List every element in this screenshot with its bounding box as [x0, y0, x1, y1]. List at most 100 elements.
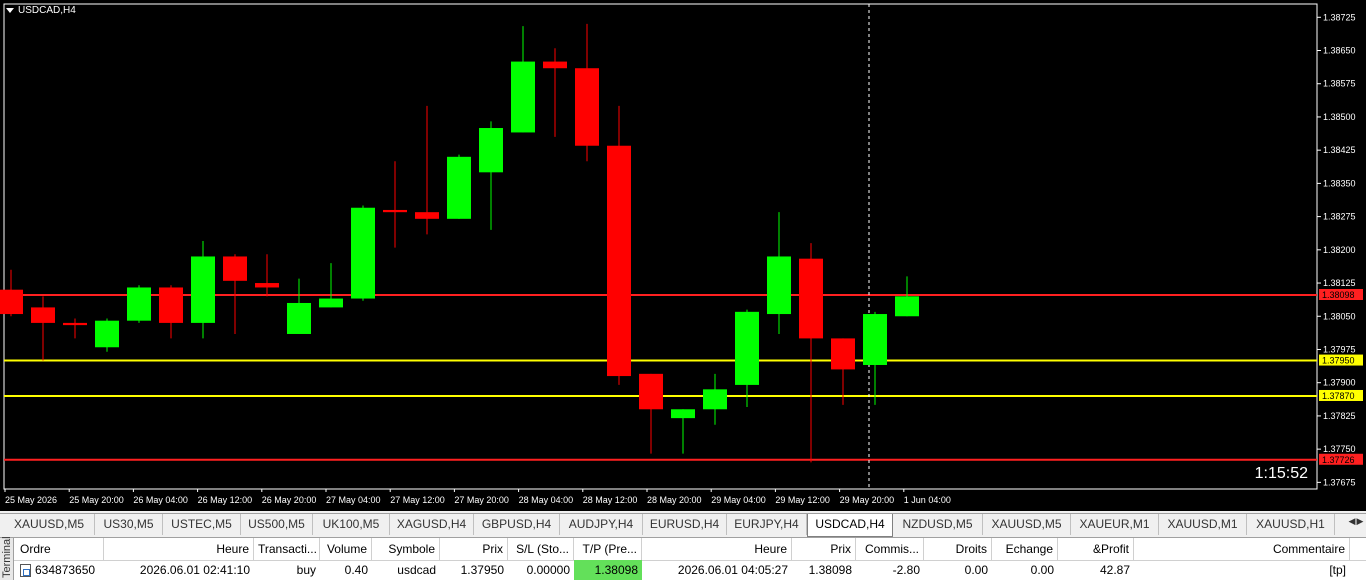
candle-body[interactable] — [863, 314, 887, 365]
time-axis-label: 28 May 12:00 — [583, 495, 638, 505]
chart-tab[interactable]: XAUEUR,M1 — [1071, 514, 1159, 535]
candle-body[interactable] — [95, 320, 119, 348]
candle-body[interactable] — [831, 338, 855, 370]
column-header[interactable]: Symbole — [372, 538, 440, 560]
candle-body[interactable] — [287, 302, 311, 334]
dropdown-triangle-icon[interactable] — [6, 7, 14, 13]
candle-body[interactable] — [639, 373, 663, 410]
table-cell[interactable]: 2026.06.01 02:41:10 — [104, 560, 254, 580]
table-cell[interactable]: 0.00 — [992, 560, 1058, 580]
column-header[interactable]: Commis... — [856, 538, 924, 560]
table-cell[interactable]: 1.38098 — [574, 560, 642, 580]
chart-tab[interactable]: XAUUSD,M5 — [4, 514, 95, 535]
table-cell[interactable]: 1.38098 — [792, 560, 856, 580]
candle-body[interactable] — [159, 287, 183, 323]
table-cell[interactable]: 1.37950 — [440, 560, 508, 580]
column-header[interactable]: &Profit — [1058, 538, 1134, 560]
column-header[interactable]: Echange — [992, 538, 1058, 560]
tab-scroll-arrows[interactable]: ◀▶ — [1348, 516, 1364, 527]
chart-tab[interactable]: UK100,M5 — [313, 514, 390, 535]
candle-body[interactable] — [767, 256, 791, 315]
column-header[interactable]: Droits — [924, 538, 992, 560]
candle-body[interactable] — [799, 258, 823, 339]
column-header[interactable]: S/L (Sto... — [508, 538, 574, 560]
candle-body[interactable] — [703, 389, 727, 410]
price-axis-label: 1.38575 — [1323, 79, 1356, 89]
price-axis-label: 1.38050 — [1323, 311, 1356, 321]
price-axis-label: 1.38725 — [1323, 12, 1356, 22]
column-header[interactable]: Prix — [792, 538, 856, 560]
price-axis-label: 1.38275 — [1323, 212, 1356, 222]
price-axis-label: 1.37975 — [1323, 344, 1356, 354]
price-axis-label: 1.37750 — [1323, 444, 1356, 454]
candle-body[interactable] — [63, 322, 87, 326]
chart-tab[interactable]: EURJPY,H4 — [727, 514, 807, 535]
candle-body[interactable] — [543, 61, 567, 69]
time-axis-label: 28 May 04:00 — [519, 495, 574, 505]
column-header[interactable]: T/P (Pre... — [574, 538, 642, 560]
table-cell[interactable]: 42.87 — [1058, 560, 1134, 580]
candle-body[interactable] — [575, 68, 599, 146]
candle-body[interactable] — [479, 128, 503, 173]
time-axis-label: 26 May 20:00 — [262, 495, 317, 505]
table-cell[interactable]: usdcad — [372, 560, 440, 580]
chart-tab[interactable]: US30,M5 — [95, 514, 163, 535]
column-header[interactable]: Prix — [440, 538, 508, 560]
column-header[interactable]: Volume — [320, 538, 372, 560]
chart-tab[interactable]: XAUUSD,H1 — [1247, 514, 1335, 535]
candle-body[interactable] — [671, 409, 695, 419]
time-axis-label: 27 May 12:00 — [390, 495, 445, 505]
chart-tab[interactable]: US500,M5 — [241, 514, 313, 535]
chart-symbol-title[interactable]: USDCAD,H4 — [6, 5, 76, 16]
candle-body[interactable] — [895, 296, 919, 317]
chart-canvas[interactable]: 1.38725 1.38650 1.38575 1.38500 1.38425 1.383… — [0, 0, 1366, 511]
candle-body[interactable] — [127, 287, 151, 321]
table-cell[interactable]: buy — [254, 560, 320, 580]
column-header[interactable]: Heure — [104, 538, 254, 560]
chart-tab[interactable]: USTEC,M5 — [163, 514, 241, 535]
candle-body[interactable] — [351, 207, 375, 299]
candle-body[interactable] — [383, 209, 407, 213]
table-cell[interactable]: 0.40 — [320, 560, 372, 580]
time-axis-label: 26 May 04:00 — [133, 495, 188, 505]
candle-body[interactable] — [31, 307, 55, 323]
candle-body[interactable] — [735, 311, 759, 385]
terminal-side-label[interactable]: Terminal — [0, 536, 14, 580]
table-cell[interactable]: [tp] — [1134, 560, 1350, 580]
price-axis-label: 1.37900 — [1323, 378, 1356, 388]
price-axis-label: 1.38350 — [1323, 178, 1356, 188]
chart-tab[interactable]: USDCAD,H4 — [807, 514, 893, 537]
price-axis-label: 1.38425 — [1323, 145, 1356, 155]
chart-tab[interactable]: XAGUSD,H4 — [390, 514, 474, 535]
candle-body[interactable] — [255, 283, 279, 288]
column-header[interactable]: Transacti... — [254, 538, 320, 560]
candle-body[interactable] — [0, 289, 23, 315]
candle-body[interactable] — [511, 61, 535, 133]
column-header[interactable]: Ordre — [16, 538, 104, 560]
order-id: 634873650 — [35, 563, 96, 577]
table-cell[interactable]: 2026.06.01 04:05:27 — [642, 560, 792, 580]
table-cell[interactable]: 634873650 — [16, 560, 104, 580]
table-cell[interactable]: 0.00 — [924, 560, 992, 580]
candle-body[interactable] — [319, 298, 343, 308]
candle-body[interactable] — [191, 256, 215, 323]
candle-body[interactable] — [415, 212, 439, 219]
tab-scroll-left-icon[interactable]: ◀ — [1348, 516, 1356, 527]
chart-tab[interactable]: AUDJPY,H4 — [560, 514, 643, 535]
price-chart[interactable]: 1.38725 1.38650 1.38575 1.38500 1.38425 1.383… — [0, 0, 1366, 511]
column-header[interactable]: Commentaire — [1134, 538, 1350, 560]
chart-tab[interactable]: GBPUSD,H4 — [474, 514, 560, 535]
table-cell[interactable]: 0.00000 — [508, 560, 574, 580]
chart-tab[interactable]: XAUUSD,M1 — [1159, 514, 1247, 535]
table-cell[interactable]: -2.80 — [856, 560, 924, 580]
chart-tab[interactable]: XAUUSD,M5 — [983, 514, 1071, 535]
chart-tab[interactable]: NZDUSD,M5 — [893, 514, 983, 535]
tab-scroll-right-icon[interactable]: ▶ — [1356, 516, 1364, 527]
chart-tab[interactable]: EURUSD,H4 — [643, 514, 727, 535]
level-price-label: 1.37950 — [1322, 356, 1355, 366]
candle-body[interactable] — [447, 156, 471, 219]
candle-body[interactable] — [607, 145, 631, 377]
column-header[interactable]: Heure — [642, 538, 792, 560]
time-axis-label: 28 May 20:00 — [647, 495, 702, 505]
candle-body[interactable] — [223, 256, 247, 281]
